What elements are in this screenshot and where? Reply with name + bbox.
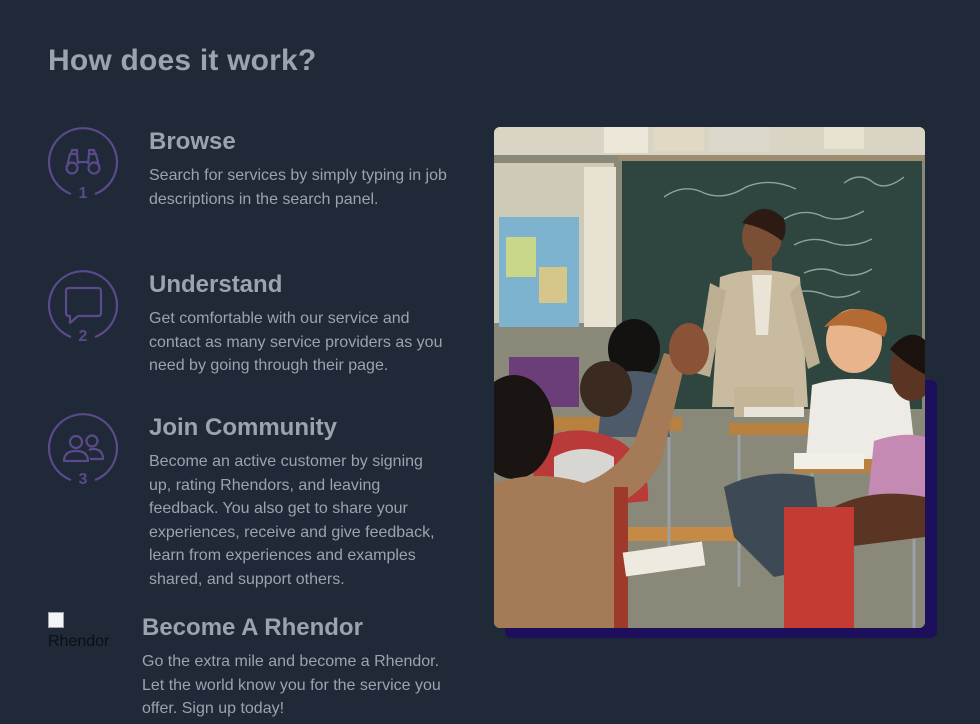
chat-bubble-icon: 2 <box>48 270 118 345</box>
become-rhendor-block: Become A Rhendor Go the extra mile and b… <box>142 612 452 721</box>
classroom-illustration <box>494 127 925 628</box>
section-title: How does it work? <box>48 44 317 77</box>
step-description-understand: Get comfortable with our service and con… <box>149 310 443 375</box>
step-title-browse: Browse <box>149 128 236 155</box>
classroom-photo <box>494 127 925 628</box>
step-badge-1: 1 <box>48 126 118 202</box>
step-description-browse: Search for services by simply typing in … <box>149 167 447 208</box>
step-badge-3: 3 <box>48 412 118 488</box>
rhendor-image-alt: Rhendor <box>48 633 110 650</box>
become-rhendor-description: Go the extra mile and become a Rhendor. … <box>142 653 441 718</box>
step-number-3: 3 <box>79 471 88 488</box>
step-title-join-community: Join Community <box>149 414 338 441</box>
step-number-2: 2 <box>79 328 88 345</box>
how-it-works-section: How does it work? 1 Browse Search for se <box>0 0 980 724</box>
step-number-1: 1 <box>79 185 88 202</box>
step-badge-2: 2 <box>48 269 118 345</box>
step-description-join-community: Become an active customer by signing up,… <box>149 453 435 588</box>
rhendor-image: Rhendor <box>48 612 118 652</box>
become-rhendor-title: Become A Rhendor <box>142 614 363 641</box>
step-title-understand: Understand <box>149 271 283 298</box>
users-icon: 3 <box>48 413 118 488</box>
binoculars-icon: 1 <box>48 127 118 202</box>
broken-image-icon <box>48 612 64 628</box>
